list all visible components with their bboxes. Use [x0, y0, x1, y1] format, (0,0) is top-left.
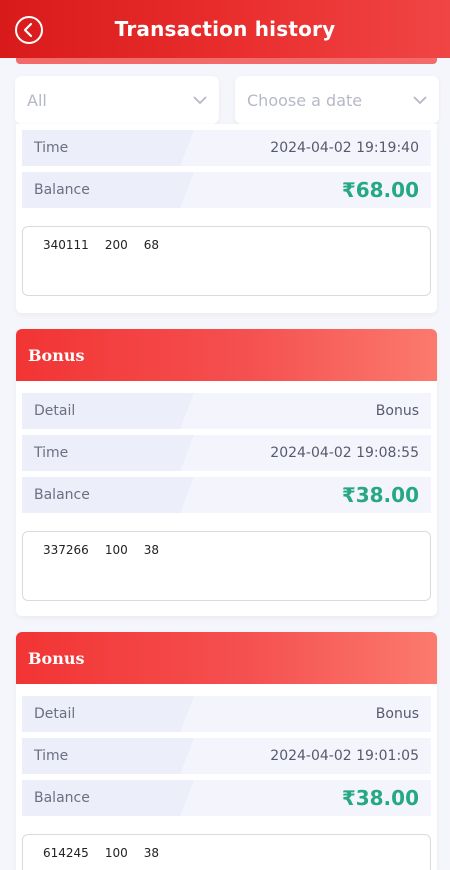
balance-row: Balance ₹68.00 — [22, 172, 431, 208]
time-value: 2024-04-02 19:01:05 — [270, 748, 419, 764]
filter-bar: All Choose a date — [15, 76, 439, 124]
card-title: Bonus — [16, 632, 437, 684]
time-row: Time 2024-04-02 19:19:40 — [22, 130, 431, 166]
note-box[interactable]: 337266 100 38 — [22, 531, 431, 601]
balance-label: Balance — [34, 182, 90, 198]
note-amount: 100 — [104, 846, 128, 860]
detail-label: Detail — [34, 706, 76, 722]
transaction-card: Bonus Detail Bonus Time 2024-04-02 19:01… — [16, 632, 437, 870]
type-filter-value: All — [27, 90, 47, 110]
time-label: Time — [34, 748, 69, 764]
type-filter-select[interactable]: All — [15, 76, 219, 124]
time-label: Time — [34, 140, 69, 156]
chevron-down-icon — [413, 96, 427, 105]
time-row: Time 2024-04-02 19:08:55 — [22, 435, 431, 471]
note-amount: 200 — [104, 238, 128, 252]
transaction-card: Time 2024-04-02 19:19:40 Balance ₹68.00 … — [16, 124, 437, 313]
date-filter-placeholder: Choose a date — [247, 90, 363, 110]
detail-row: Detail Bonus — [22, 696, 431, 732]
note-order-id: 340111 — [43, 238, 89, 252]
note-box[interactable]: 614245 100 38 — [22, 834, 431, 870]
app-header: Transaction history — [0, 0, 450, 58]
page-title: Transaction history — [114, 17, 336, 41]
chevron-down-icon — [193, 96, 207, 105]
note-order-id: 614245 — [43, 846, 89, 860]
balance-value: ₹38.00 — [341, 786, 419, 810]
balance-label: Balance — [34, 790, 90, 806]
balance-row: Balance ₹38.00 — [22, 780, 431, 816]
note-balance: 38 — [143, 846, 159, 860]
transaction-card: Bonus Detail Bonus Time 2024-04-02 19:08… — [16, 329, 437, 616]
detail-value: Bonus — [375, 403, 419, 419]
balance-row: Balance ₹38.00 — [22, 477, 431, 513]
note-box[interactable]: 340111 200 68 — [22, 226, 431, 296]
note-amount: 100 — [104, 543, 128, 557]
note-balance: 38 — [143, 543, 159, 557]
balance-label: Balance — [34, 487, 90, 503]
time-row: Time 2024-04-02 19:01:05 — [22, 738, 431, 774]
note-balance: 68 — [143, 238, 159, 252]
detail-label: Detail — [34, 403, 76, 419]
date-filter-select[interactable]: Choose a date — [235, 76, 439, 124]
detail-row: Detail Bonus — [22, 393, 431, 429]
time-value: 2024-04-02 19:08:55 — [270, 445, 419, 461]
detail-value: Bonus — [375, 706, 419, 722]
header-accent-strip — [16, 58, 437, 64]
card-title: Bonus — [16, 329, 437, 381]
note-order-id: 337266 — [43, 543, 89, 557]
time-label: Time — [34, 445, 69, 461]
balance-value: ₹38.00 — [341, 483, 419, 507]
balance-value: ₹68.00 — [341, 178, 419, 202]
back-circle-icon[interactable] — [14, 15, 44, 45]
time-value: 2024-04-02 19:19:40 — [270, 140, 419, 156]
